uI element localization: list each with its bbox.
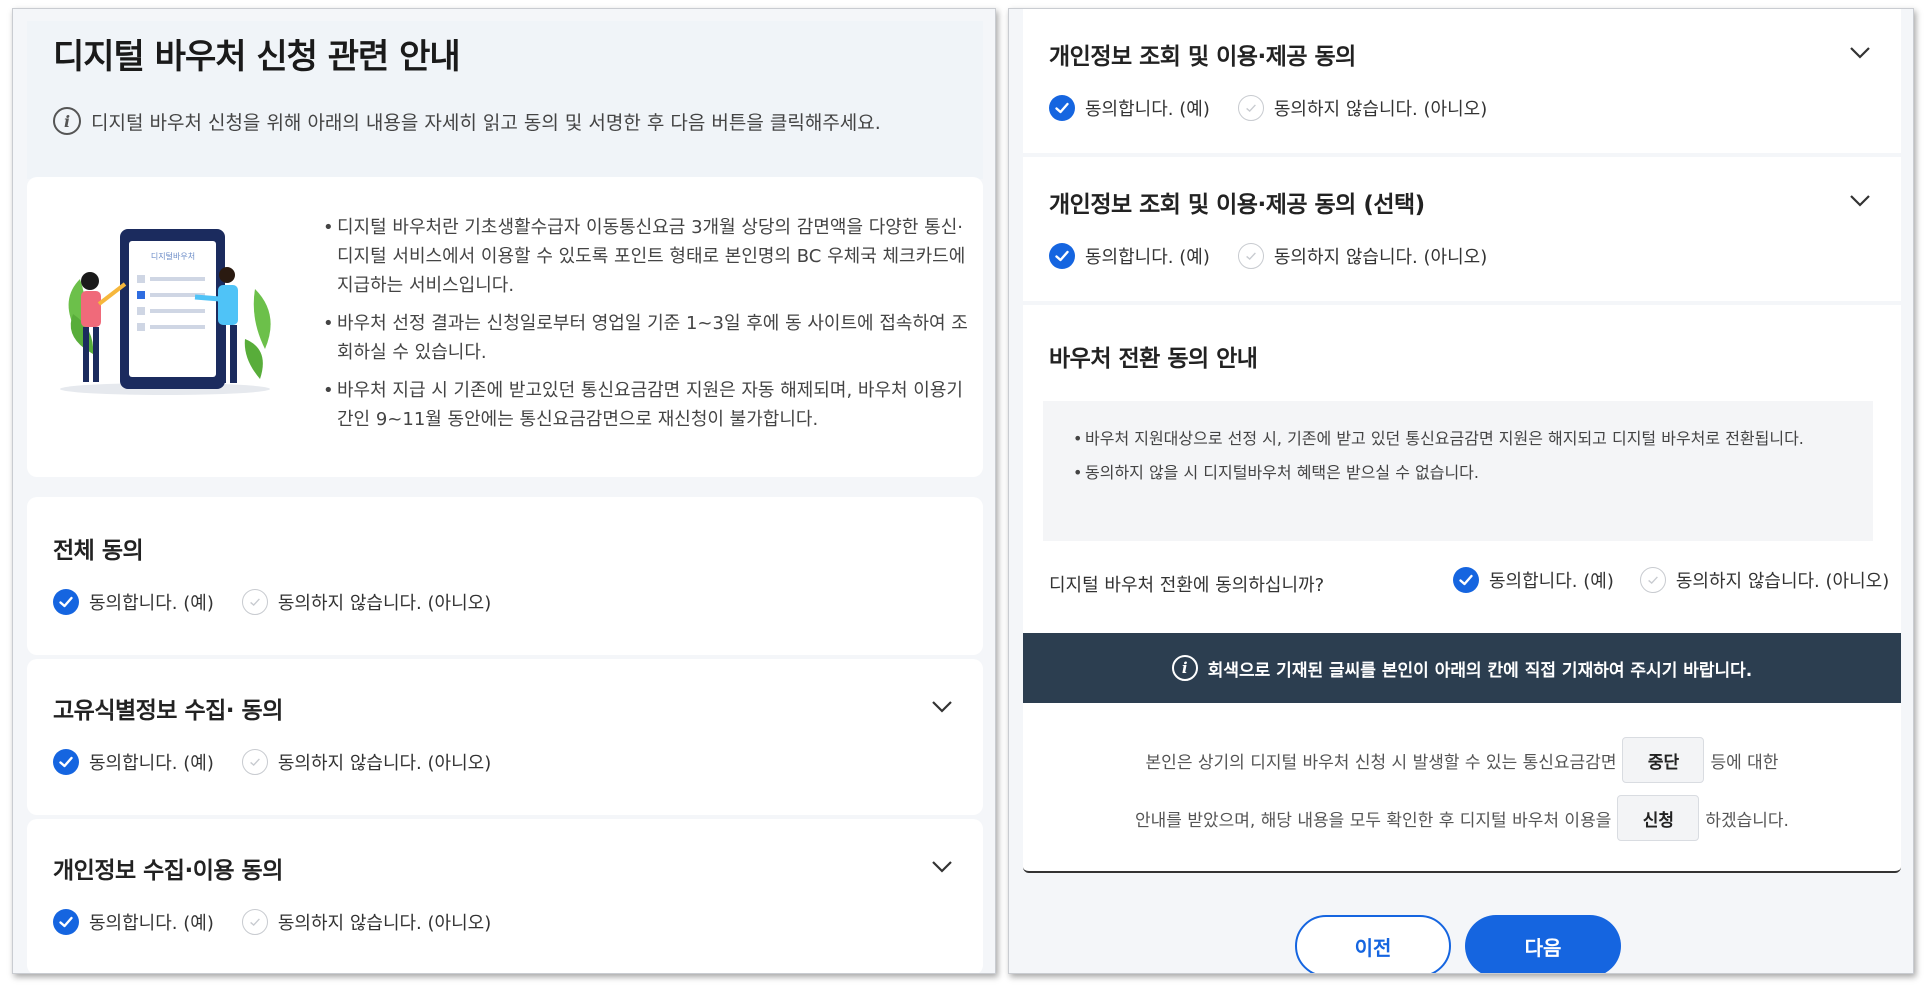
agree-radio[interactable]: 동의합니다. (예) [1049, 95, 1210, 121]
conversion-question: 디지털 바우처 전환에 동의하십니까? [1049, 575, 1325, 596]
check-circle-icon [53, 589, 79, 615]
disagree-label: 동의하지 않습니다. (아니오) [277, 593, 492, 614]
page-header: 디지털 바우처 신청 관련 안내 i 디지털 바우처 신청을 위해 아래의 내용… [27, 21, 983, 179]
consent-all: 전체 동의 동의합니다. (예) 동의하지 않습니다. (아니오) [27, 497, 983, 655]
check-circle-icon [1049, 95, 1075, 121]
check-circle-icon [53, 909, 79, 935]
conversion-notice-box: 바우처 지원대상으로 선정 시, 기존에 받고 있던 통신요금감면 지원은 해지… [1043, 401, 1873, 541]
consent-radio-group: 동의합니다. (예) 동의하지 않습니다. (아니오) [53, 749, 519, 775]
fill-in-box-apply[interactable]: 신청 [1617, 795, 1700, 841]
check-outline-icon [241, 589, 268, 615]
instruction-text: 회색으로 기재된 글씨를 본인이 아래의 칸에 직접 기재하여 주시기 바랍니다… [1207, 660, 1753, 681]
notice-item: 바우처 지원대상으로 선정 시, 기존에 받고 있던 통신요금감면 지원은 해지… [1073, 425, 1853, 453]
info-icon: i [53, 107, 81, 135]
chevron-down-icon[interactable] [1847, 39, 1873, 65]
consent-radio-group: 동의합니다. (예) 동의하지 않습니다. (아니오) [53, 589, 519, 615]
check-outline-icon [1237, 243, 1264, 269]
disagree-label: 동의하지 않습니다. (아니오) [1273, 247, 1488, 268]
consent-title: 전체 동의 [53, 538, 144, 564]
sign-text: 하겠습니다. [1705, 810, 1789, 831]
agree-radio[interactable]: 동의합니다. (예) [1049, 243, 1210, 269]
consent-title: 개인정보 조회 및 이용·제공 동의 (선택) [1049, 192, 1425, 218]
section-title: 바우처 전환 동의 안내 [1049, 346, 1258, 372]
consent-radio-group: 동의합니다. (예) 동의하지 않습니다. (아니오) [1049, 243, 1515, 269]
agree-radio[interactable]: 동의합니다. (예) [53, 589, 214, 615]
sign-text: 본인은 상기의 디지털 바우처 신청 시 발생할 수 있는 통신요금감면 [1145, 752, 1617, 773]
check-outline-icon [1639, 567, 1666, 593]
check-circle-icon [53, 749, 79, 775]
disagree-label: 동의하지 않습니다. (아니오) [1675, 571, 1890, 592]
disagree-radio[interactable]: 동의하지 않습니다. (아니오) [241, 589, 492, 615]
notice-item: 동의하지 않을 시 디지털바우처 혜택은 받으실 수 없습니다. [1073, 459, 1853, 487]
consent-title: 개인정보 조회 및 이용·제공 동의 [1049, 44, 1356, 70]
agree-label: 동의합니다. (예) [89, 913, 214, 934]
agree-label: 동의합니다. (예) [1085, 99, 1210, 120]
disagree-radio[interactable]: 동의하지 않습니다. (아니오) [241, 909, 492, 935]
disagree-radio[interactable]: 동의하지 않습니다. (아니오) [241, 749, 492, 775]
agree-radio[interactable]: 동의합니다. (예) [1453, 567, 1614, 593]
agree-label: 동의합니다. (예) [1085, 247, 1210, 268]
prev-button[interactable]: 이전 [1295, 915, 1451, 973]
consent-unique-id: 고유식별정보 수집· 동의 동의합니다. (예) 동의하지 않습니다. (아니오… [27, 659, 983, 815]
consent-radio-group: 동의합니다. (예) 동의하지 않습니다. (아니오) [53, 909, 519, 935]
chevron-down-icon[interactable] [929, 853, 955, 879]
intro-bullet: 바우처 선정 결과는 신청일로부터 영업일 기준 1~3일 후에 동 사이트에 … [323, 309, 973, 367]
agree-radio[interactable]: 동의합니다. (예) [53, 909, 214, 935]
disagree-radio[interactable]: 동의하지 않습니다. (아니오) [1237, 95, 1488, 121]
check-circle-icon [1453, 567, 1479, 593]
intro-bullet: 디지털 바우처란 기초생활수급자 이동통신요금 3개월 상당의 감면액을 다양한… [323, 213, 973, 300]
check-circle-icon [1049, 243, 1075, 269]
disagree-radio[interactable]: 동의하지 않습니다. (아니오) [1639, 567, 1890, 593]
disagree-label: 동의하지 않습니다. (아니오) [277, 753, 492, 774]
consent-personal-info: 개인정보 수집·이용 동의 동의합니다. (예) 동의하지 않습니다. (아니오… [27, 819, 983, 973]
intro-bullet: 바우처 지급 시 기존에 받고있던 통신요금감면 지원은 자동 해제되며, 바우… [323, 376, 973, 434]
info-icon: i [1171, 655, 1198, 681]
agree-label: 동의합니다. (예) [1489, 571, 1614, 592]
agree-label: 동의합니다. (예) [89, 753, 214, 774]
info-text: 디지털 바우처 신청을 위해 아래의 내용을 자세히 읽고 동의 및 서명한 후… [91, 111, 881, 134]
disagree-label: 동의하지 않습니다. (아니오) [1273, 99, 1488, 120]
signature-area: 본인은 상기의 디지털 바우처 신청 시 발생할 수 있는 통신요금감면 중단 … [1023, 703, 1901, 873]
intro-card: 디지털바우처 디지털 바우처란 기초생활수급자 이동통신요금 3개월 상당의 감… [27, 177, 983, 477]
sign-text: 등에 대한 [1710, 752, 1779, 773]
conversion-radio-group: 동의합니다. (예) 동의하지 않습니다. (아니오) [1453, 567, 1889, 593]
tablet-illustration-icon: 디지털바우처 [60, 229, 271, 395]
consent-title: 고유식별정보 수집· 동의 [53, 698, 283, 724]
illustration-caption: 디지털바우처 [151, 251, 195, 261]
right-panel: 개인정보 조회 및 이용·제공 동의 동의합니다. (예) 동의하지 않습니다.… [1008, 8, 1914, 974]
check-outline-icon [1237, 95, 1264, 121]
instruction-bar: i 회색으로 기재된 글씨를 본인이 아래의 칸에 직접 기재하여 주시기 바랍… [1023, 633, 1901, 703]
next-button[interactable]: 다음 [1465, 915, 1621, 973]
signature-line-1: 본인은 상기의 디지털 바우처 신청 시 발생할 수 있는 통신요금감면 중단 … [1023, 737, 1901, 783]
sign-text: 안내를 받았으며, 해당 내용을 모두 확인한 후 디지털 바우처 이용을 [1135, 810, 1612, 831]
info-notice: i 디지털 바우처 신청을 위해 아래의 내용을 자세히 읽고 동의 및 서명한… [53, 107, 881, 135]
disagree-label: 동의하지 않습니다. (아니오) [277, 913, 492, 934]
check-outline-icon [241, 749, 268, 775]
page-title: 디지털 바우처 신청 관련 안내 [53, 37, 461, 77]
signature-line-2: 안내를 받았으며, 해당 내용을 모두 확인한 후 디지털 바우처 이용을 신청… [1023, 795, 1901, 841]
consent-inquiry: 개인정보 조회 및 이용·제공 동의 동의합니다. (예) 동의하지 않습니다.… [1023, 9, 1901, 153]
agree-label: 동의합니다. (예) [89, 593, 214, 614]
chevron-down-icon[interactable] [929, 693, 955, 719]
check-outline-icon [241, 909, 268, 935]
disagree-radio[interactable]: 동의하지 않습니다. (아니오) [1237, 243, 1488, 269]
left-panel: 디지털 바우처 신청 관련 안내 i 디지털 바우처 신청을 위해 아래의 내용… [12, 8, 996, 974]
intro-bullet-list: 디지털 바우처란 기초생활수급자 이동통신요금 3개월 상당의 감면액을 다양한… [323, 213, 973, 443]
agree-radio[interactable]: 동의합니다. (예) [53, 749, 214, 775]
consent-inquiry-optional: 개인정보 조회 및 이용·제공 동의 (선택) 동의합니다. (예) 동의하지 … [1023, 157, 1901, 301]
consent-radio-group: 동의합니다. (예) 동의하지 않습니다. (아니오) [1049, 95, 1515, 121]
fill-in-box-stop[interactable]: 중단 [1622, 737, 1705, 783]
consent-title: 개인정보 수집·이용 동의 [53, 858, 283, 884]
chevron-down-icon[interactable] [1847, 187, 1873, 213]
